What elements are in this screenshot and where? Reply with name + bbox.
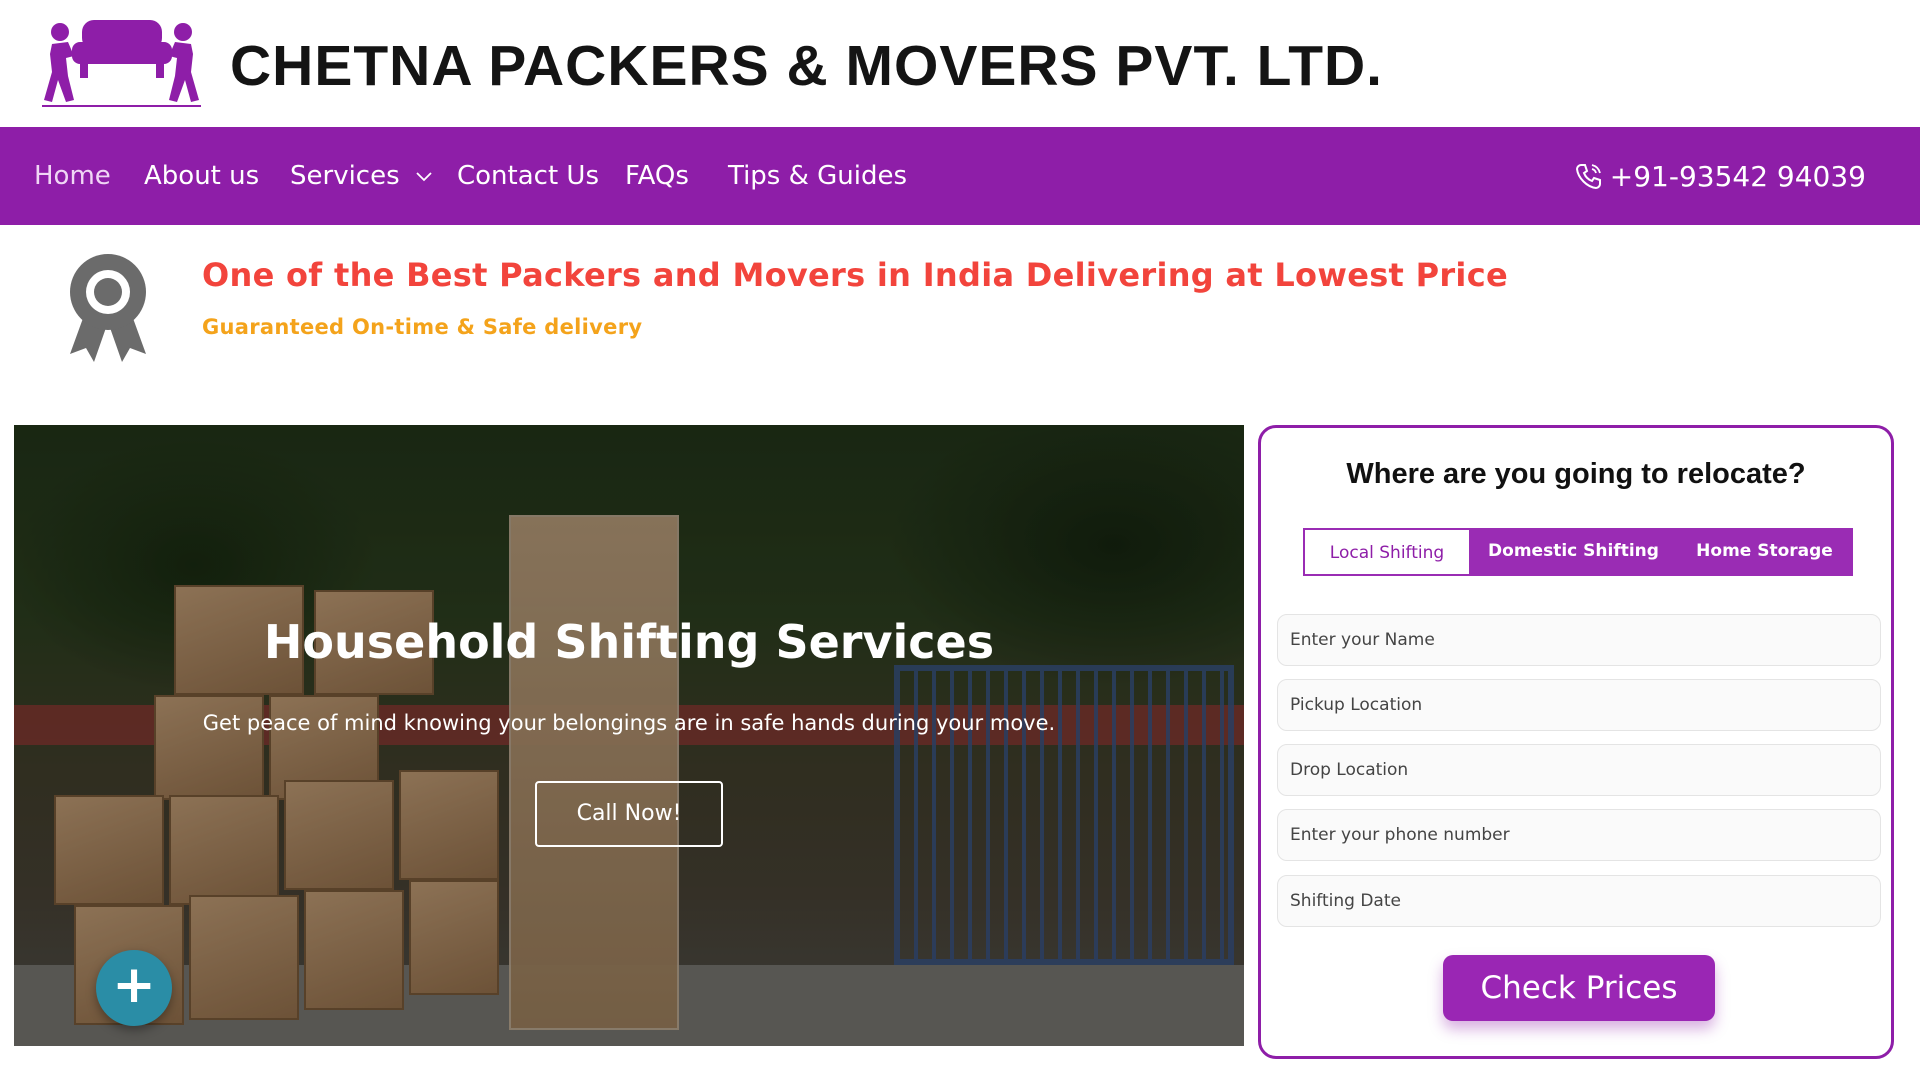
award-ribbon-icon [70,254,146,362]
nav-faqs[interactable]: FAQs [625,127,689,225]
main-navbar: Home About us Services Contact Us FAQs T… [0,127,1920,225]
tab-local-shifting[interactable]: Local Shifting [1303,528,1471,576]
nav-home[interactable]: Home [34,127,111,225]
shifting-date-field[interactable] [1277,875,1881,927]
shifting-tabs: Local Shifting Domestic Shifting Home St… [1303,528,1853,576]
nav-phone-link[interactable]: +91-93542 94039 [1574,127,1866,225]
phone-number: +91-93542 94039 [1609,159,1866,193]
form-title: Where are you going to relocate? [1346,458,1806,490]
highlight-tagline: One of the Best Packers and Movers in In… [202,256,1508,294]
hero-title: Household Shifting Services [263,615,995,669]
hero-banner: Household Shifting Services Get peace of… [14,425,1244,1046]
phone-icon [1575,164,1601,190]
call-now-button[interactable]: Call Now! [535,781,723,847]
hero-overlay [14,425,1244,1046]
site-header: CHETNA PACKERS & MOVERS PVT. LTD. [0,0,1920,127]
pickup-location-field[interactable] [1277,679,1881,731]
nav-contact-us[interactable]: Contact Us [457,127,599,225]
chevron-down-icon [416,171,432,181]
tab-home-storage[interactable]: Home Storage [1676,528,1853,576]
movers-logo-icon[interactable] [40,12,203,110]
highlight-subtagline: Guaranteed On-time & Safe delivery [202,315,643,339]
drop-location-field[interactable] [1277,744,1881,796]
nav-services[interactable]: Services [290,127,432,225]
tab-domestic-shifting[interactable]: Domestic Shifting [1471,528,1676,576]
nav-services-label: Services [290,161,400,191]
nav-tips-guides[interactable]: Tips & Guides [728,127,907,225]
nav-about-us[interactable]: About us [144,127,259,225]
brand-name: CHETNA PACKERS & MOVERS PVT. LTD. [230,34,1384,98]
phone-number-field[interactable] [1277,809,1881,861]
name-field[interactable] [1277,614,1881,666]
relocation-form: Where are you going to relocate? Local S… [1258,425,1894,1059]
plus-fab-button[interactable]: + [96,950,172,1026]
check-prices-button[interactable]: Check Prices [1443,955,1715,1021]
hero-subtitle: Get peace of mind knowing your belonging… [202,711,1056,735]
